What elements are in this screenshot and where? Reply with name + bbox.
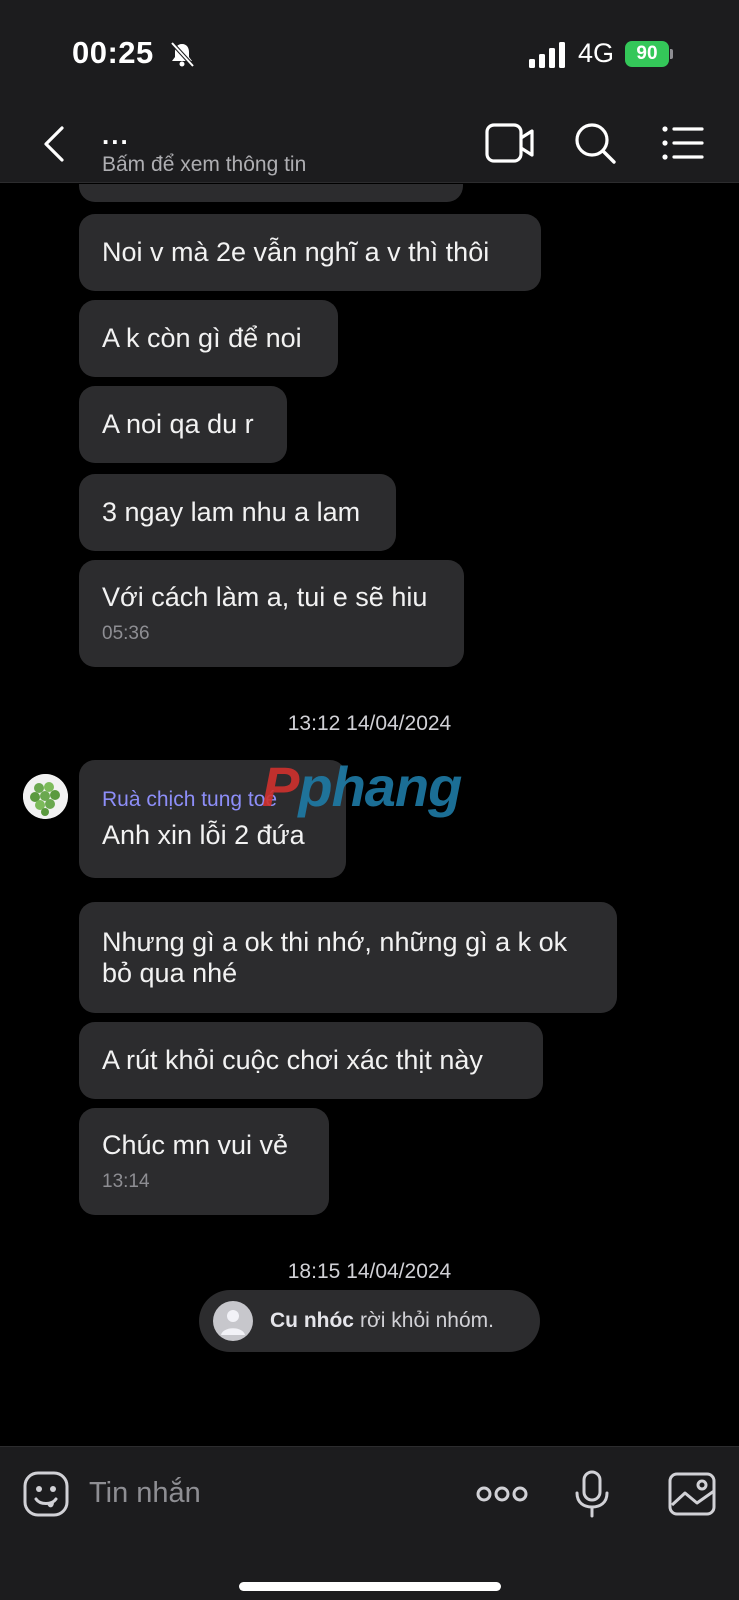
date-separator: 18:15 14/04/2024	[287, 1260, 452, 1283]
signal-icon	[529, 42, 565, 68]
microphone-icon[interactable]	[567, 1469, 617, 1519]
more-options-icon[interactable]	[476, 1469, 528, 1519]
message-text: Anh xin lỗi 2 đứa	[102, 819, 305, 850]
home-indicator	[239, 1582, 501, 1591]
message-bubble[interactable]: A k còn gì để noi	[79, 300, 338, 377]
status-time: 00:25	[72, 35, 154, 70]
system-message-name[interactable]: Cu nhóc	[270, 1309, 354, 1333]
message-input[interactable]: Tin nhắn	[89, 1477, 201, 1510]
network-type: 4G	[578, 38, 615, 68]
header: 00:25 4G 90 ... Bấm để xem thông tin	[0, 0, 739, 183]
battery-level: 90	[625, 41, 669, 67]
message-text: A k còn gì để noi	[102, 323, 302, 353]
grape-avatar-icon	[23, 774, 68, 819]
battery-tip	[670, 49, 673, 59]
message-time: 13:14	[102, 1171, 150, 1192]
message-text: 3 ngay lam nhu a lam	[102, 497, 361, 527]
message-list[interactable]: Noi v mà 2e vẫn nghĩ a v thì thôi A k cò…	[0, 184, 739, 1446]
chat-screen: 00:25 4G 90 ... Bấm để xem thông tin Noi…	[0, 0, 739, 1600]
message-bubble[interactable]: Noi v mà 2e vẫn nghĩ a v thì thôi	[79, 214, 541, 291]
image-icon[interactable]	[667, 1469, 717, 1519]
default-avatar-icon	[213, 1301, 253, 1341]
system-message[interactable]: Cu nhóc rời khỏi nhóm.	[199, 1290, 540, 1352]
message-time: 05:36	[102, 623, 150, 644]
search-icon[interactable]	[571, 120, 621, 166]
message-text: Noi v mà 2e vẫn nghĩ a v thì thôi	[102, 237, 490, 267]
watermark-letter: P	[262, 755, 299, 818]
message-bubble[interactable]: Chúc mn vui vẻ 13:14	[79, 1108, 329, 1215]
video-call-icon[interactable]	[485, 120, 535, 166]
message-text: Nhưng gì a ok thi nhớ, những gì a k ok	[102, 926, 568, 957]
group-name[interactable]: ...	[102, 120, 130, 151]
message-bubble[interactable]: 3 ngay lam nhu a lam	[79, 474, 396, 551]
watermark-logo: Pphang	[262, 754, 462, 819]
message-bubble[interactable]: A rút khỏi cuộc chơi xác thịt này	[79, 1022, 543, 1099]
system-message-text: rời khỏi nhóm.	[360, 1309, 494, 1332]
bell-off-icon	[170, 41, 195, 68]
message-text: A noi qa du r	[102, 409, 254, 439]
message-text: A rút khỏi cuộc chơi xác thịt này	[102, 1045, 483, 1075]
back-icon[interactable]	[36, 122, 72, 166]
message-bubble-clipped[interactable]	[79, 184, 463, 202]
watermark-text: phang	[298, 755, 462, 818]
message-text: Chúc mn vui vẻ	[102, 1130, 289, 1160]
battery-percent: 90	[636, 43, 658, 64]
list-menu-icon[interactable]	[660, 120, 710, 166]
emoji-icon[interactable]	[21, 1469, 71, 1519]
input-bar: Tin nhắn	[0, 1446, 739, 1600]
message-bubble[interactable]: Với cách làm a, tui e sẽ hiu 05:36	[79, 560, 464, 667]
header-subtitle[interactable]: Bấm để xem thông tin	[102, 153, 306, 177]
sender-avatar[interactable]	[23, 774, 68, 819]
message-bubble[interactable]: Nhưng gì a ok thi nhớ, những gì a k ok b…	[79, 902, 617, 1013]
battery-icon: 90	[625, 41, 673, 67]
message-text-line2: bỏ qua nhé	[102, 957, 238, 988]
date-separator: 13:12 14/04/2024	[287, 712, 452, 735]
message-bubble[interactable]: A noi qa du r	[79, 386, 287, 463]
message-text: Với cách làm a, tui e sẽ hiu	[102, 582, 428, 612]
